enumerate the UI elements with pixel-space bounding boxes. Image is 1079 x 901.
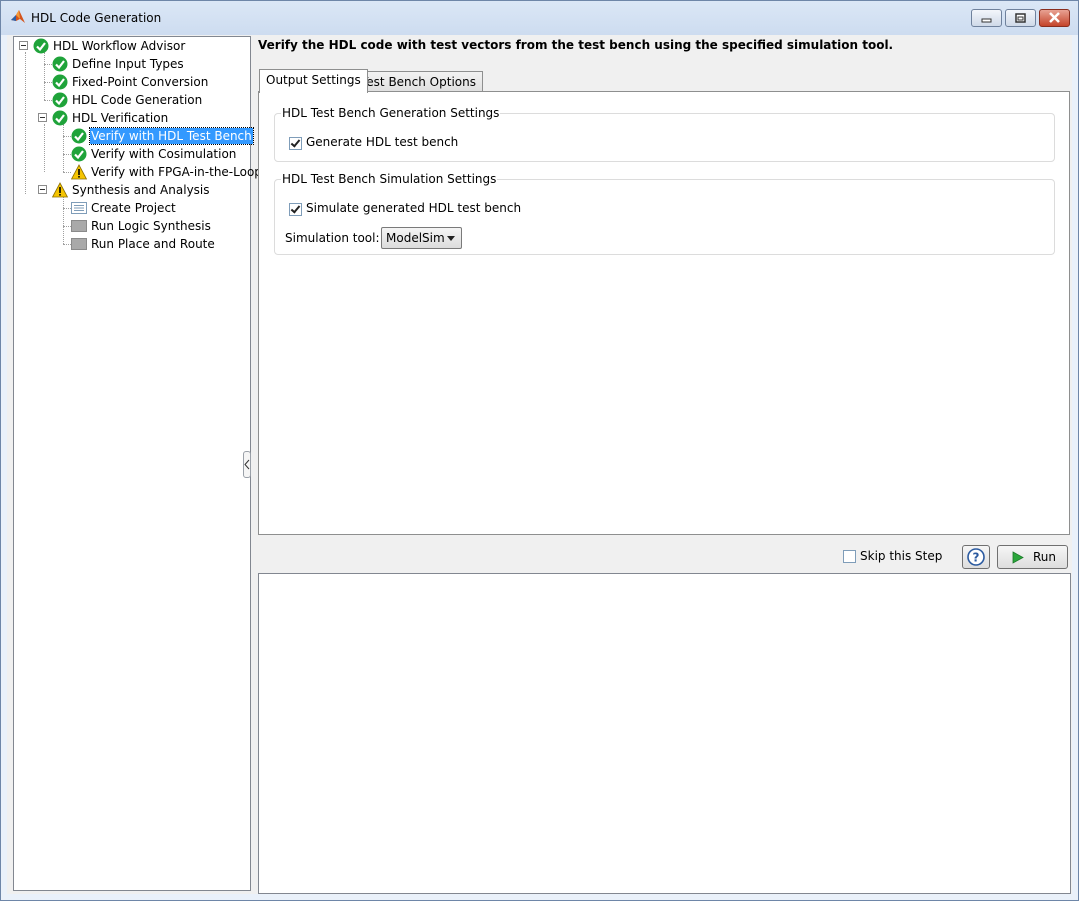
simulate-test-bench-checkbox[interactable]: [289, 203, 302, 216]
tree-item-label: HDL Verification: [72, 111, 169, 125]
check-circle-icon: [71, 146, 87, 162]
tree-item-label: Verify with HDL Test Bench: [89, 127, 254, 145]
check-circle-icon: [71, 128, 87, 144]
tree-item-label: Verify with FPGA-in-the-Loop: [91, 165, 262, 179]
help-button[interactable]: ?: [962, 545, 990, 569]
check-circle-icon: [52, 92, 68, 108]
play-icon: [1012, 551, 1024, 564]
tree-item-label: Run Logic Synthesis: [91, 219, 211, 233]
tree-item-hdl-code-generation[interactable]: HDL Code Generation: [14, 91, 250, 109]
tab-panel: HDL Test Bench Generation Settings Gener…: [258, 91, 1070, 535]
tree-item-verify-cosimulation[interactable]: Verify with Cosimulation: [14, 145, 250, 163]
chevron-left-icon: [244, 459, 250, 470]
tab-output-settings[interactable]: Output Settings: [259, 69, 368, 93]
check-circle-icon: [52, 74, 68, 90]
collapse-icon[interactable]: [38, 185, 47, 194]
close-button[interactable]: [1039, 9, 1070, 27]
simulation-tool-label: Simulation tool:: [285, 231, 380, 245]
step-description: Verify the HDL code with test vectors fr…: [258, 38, 894, 52]
run-button[interactable]: Run: [997, 545, 1068, 569]
simulation-settings-group: HDL Test Bench Simulation Settings Simul…: [274, 172, 1055, 255]
check-circle-icon: [33, 38, 49, 54]
dropdown-value: ModelSim: [386, 231, 445, 245]
tree-item-label: Define Input Types: [72, 57, 184, 71]
help-icon: ?: [967, 548, 985, 566]
tree-item-label: HDL Workflow Advisor: [53, 39, 186, 53]
tree-item-label: Synthesis and Analysis: [72, 183, 210, 197]
tree-item-define-input-types[interactable]: Define Input Types: [14, 55, 250, 73]
tree-item-synthesis-and-analysis[interactable]: Synthesis and Analysis: [14, 181, 250, 199]
group-title: HDL Test Bench Generation Settings: [281, 106, 501, 120]
tree-item-root[interactable]: HDL Workflow Advisor: [14, 37, 250, 55]
tab-test-bench-options[interactable]: Test Bench Options: [354, 71, 483, 93]
tree-item-label: Run Place and Route: [91, 237, 215, 251]
generation-settings-group: HDL Test Bench Generation Settings Gener…: [274, 106, 1055, 162]
warning-icon: [71, 164, 87, 180]
collapse-icon[interactable]: [19, 41, 28, 50]
client-area: HDL Workflow Advisor Define Input Types …: [7, 35, 1072, 894]
window-title: HDL Code Generation: [31, 11, 162, 25]
tree-item-create-project[interactable]: Create Project: [14, 199, 250, 217]
collapse-icon[interactable]: [38, 113, 47, 122]
tree-item-hdl-verification[interactable]: HDL Verification: [14, 109, 250, 127]
tree-item-label: HDL Code Generation: [72, 93, 203, 107]
checkbox-label: Generate HDL test bench: [306, 135, 459, 149]
svg-text:?: ?: [973, 551, 980, 565]
skip-step-checkbox[interactable]: [843, 550, 856, 563]
collapse-panel-handle[interactable]: [243, 451, 251, 478]
group-title: HDL Test Bench Simulation Settings: [281, 172, 498, 186]
app-window: HDL Code Generation HDL Workflow Advisor…: [0, 0, 1079, 901]
minimize-button[interactable]: [971, 9, 1002, 27]
results-output-pane[interactable]: [258, 573, 1071, 894]
tree-item-label: Fixed-Point Conversion: [72, 75, 209, 89]
workflow-tree[interactable]: HDL Workflow Advisor Define Input Types …: [13, 36, 262, 891]
maximize-icon: [1015, 13, 1026, 23]
maximize-button[interactable]: [1005, 9, 1036, 27]
title-bar: HDL Code Generation: [1, 1, 1078, 35]
check-circle-icon: [52, 56, 68, 72]
checkbox-label: Simulate generated HDL test bench: [306, 201, 522, 215]
matlab-logo-icon: [11, 10, 25, 23]
close-icon: [1049, 12, 1060, 23]
task-list-icon: [71, 202, 87, 214]
generate-test-bench-checkbox[interactable]: [289, 137, 302, 150]
not-run-icon: [71, 220, 87, 232]
tree-item-run-logic-synthesis[interactable]: Run Logic Synthesis: [14, 217, 250, 235]
tree-item-fixed-point-conversion[interactable]: Fixed-Point Conversion: [14, 73, 250, 91]
run-label: Run: [1033, 550, 1057, 564]
tree-item-run-place-and-route[interactable]: Run Place and Route: [14, 235, 250, 253]
tree-item-verify-fpga-in-the-loop[interactable]: Verify with FPGA-in-the-Loop: [14, 163, 262, 181]
not-run-icon: [71, 238, 87, 250]
skip-step-label: Skip this Step: [860, 549, 943, 563]
simulation-tool-dropdown[interactable]: ModelSim: [381, 227, 462, 249]
minimize-icon: [981, 18, 992, 23]
tree-item-verify-hdl-test-bench[interactable]: Verify with HDL Test Bench: [14, 127, 254, 145]
check-circle-icon: [52, 110, 68, 126]
chevron-down-icon: [447, 236, 455, 241]
warning-icon: [52, 182, 68, 198]
tree-item-label: Create Project: [91, 201, 176, 215]
tree-item-label: Verify with Cosimulation: [91, 147, 237, 161]
